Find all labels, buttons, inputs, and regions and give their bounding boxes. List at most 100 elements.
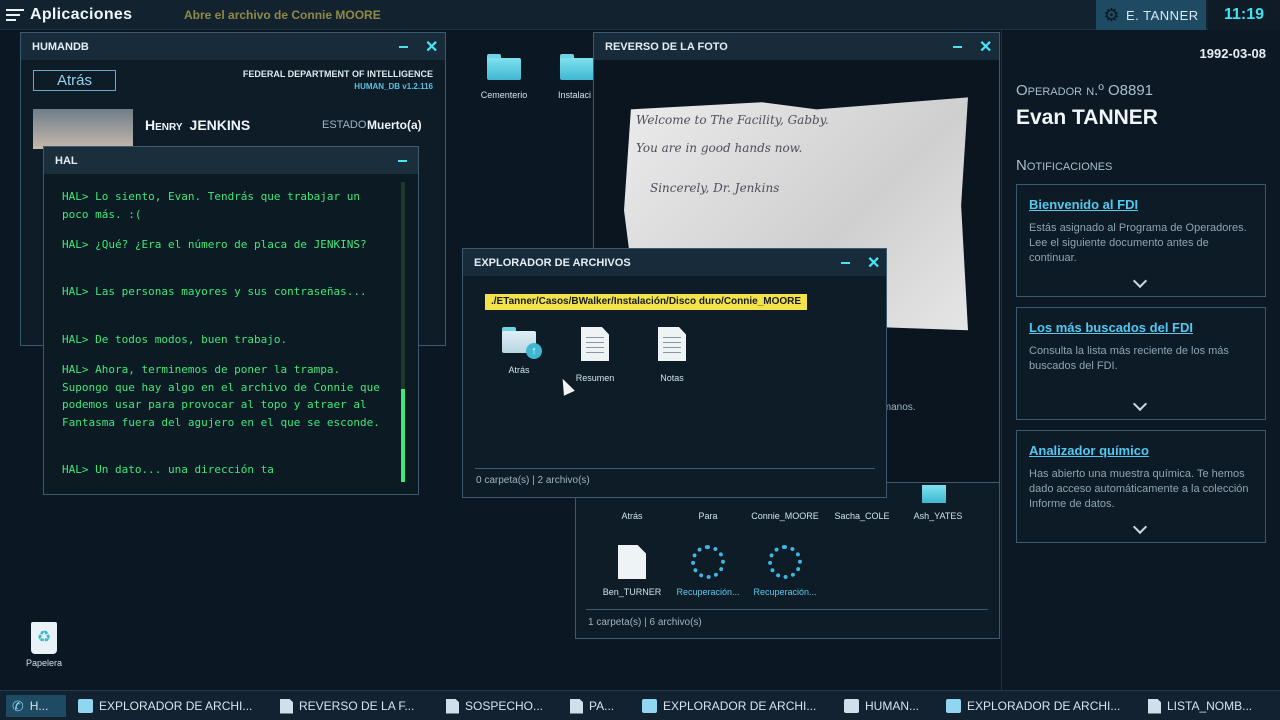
locked-document-icon — [618, 545, 646, 579]
loading-spinner-icon — [768, 545, 802, 579]
person-first-name: Henry — [145, 117, 183, 133]
operator-number: Operador n.º O8891 — [1016, 82, 1154, 99]
explorer-status: 1 carpeta(s) | 6 archivo(s) — [588, 617, 702, 628]
folder-icon — [946, 699, 961, 713]
taskbar-item[interactable]: REVERSO DE LA F... — [280, 695, 430, 717]
hamburger-icon — [6, 8, 24, 22]
notification-title[interactable]: Analizador químico — [1029, 443, 1149, 458]
file-item-label: Atrás — [621, 511, 643, 521]
explorer-status: 0 carpeta(s) | 2 archivo(s) — [476, 475, 590, 486]
notification-card[interactable]: Bienvenido al FDI Estás asignado al Prog… — [1016, 184, 1266, 297]
file-item-notas[interactable]: Notas — [648, 327, 696, 383]
folder-icon — [642, 699, 657, 713]
file-item-label: Ash_YATES — [913, 511, 963, 521]
window-titlebar[interactable]: HAL — [44, 147, 418, 174]
file-item-label: Notas — [660, 373, 684, 383]
file-explorer-window-background: Atrás Para Connie_MOORE Sacha_COLE Ash_Y… — [575, 482, 1000, 639]
notification-card[interactable]: Los más buscados del FDI Consulta la lis… — [1016, 307, 1266, 420]
file-item[interactable]: Ash_YATES — [908, 511, 968, 521]
taskbar-item[interactable]: SOSPECHO... — [446, 695, 556, 717]
file-item[interactable]: Atrás — [604, 511, 660, 521]
file-item[interactable]: Ben_TURNER — [600, 545, 664, 597]
divider — [475, 468, 875, 469]
window-title: REVERSO DE LA FOTO — [605, 41, 728, 53]
handwritten-line: Sincerely, Dr. Jenkins — [650, 181, 780, 195]
notification-title[interactable]: Los más buscados del FDI — [1029, 320, 1193, 335]
image-icon — [280, 698, 293, 714]
applications-menu-button[interactable]: Aplicaciones — [6, 3, 132, 27]
minimize-icon[interactable] — [841, 262, 850, 264]
desktop-icon-cementerio[interactable]: Cementerio — [476, 54, 532, 100]
file-item[interactable]: Para — [680, 511, 736, 521]
window-titlebar[interactable]: REVERSO DE LA FOTO ✕ — [594, 33, 999, 60]
handwritten-line: Welcome to The Facility, Gabby. — [636, 113, 829, 127]
notification-title[interactable]: Bienvenido al FDI — [1029, 197, 1138, 212]
file-item-label: Resumen — [575, 373, 615, 383]
desktop-icon-label: Instalaci — [558, 90, 592, 100]
close-icon[interactable]: ✕ — [867, 253, 880, 273]
document-icon — [658, 327, 686, 361]
chevron-down-icon[interactable] — [1132, 273, 1148, 289]
console-line: HAL> Un dato... una dirección ta — [62, 463, 274, 476]
objective-text: Abre el archivo de Connie MOORE — [184, 8, 381, 22]
window-title: HAL — [55, 155, 78, 167]
taskbar-item[interactable]: LISTA_NOMB... — [1148, 695, 1274, 717]
current-date: 1992-03-08 — [1199, 46, 1267, 61]
notification-body: Estás asignado al Programa de Operadores… — [1029, 222, 1247, 264]
person-photo — [33, 109, 133, 149]
taskbar-item-label: EXPLORADOR DE ARCHI... — [99, 699, 253, 713]
close-icon[interactable]: ✕ — [425, 37, 438, 57]
image-icon — [446, 698, 459, 714]
chevron-down-icon[interactable] — [1132, 396, 1148, 412]
close-icon[interactable]: ✕ — [979, 37, 992, 57]
folder-icon — [487, 54, 521, 80]
hal-console: HAL> Lo siento, Evan. Tendrás que trabaj… — [44, 174, 418, 494]
taskbar-item[interactable]: EXPLORADOR DE ARCHI... — [642, 695, 832, 717]
desktop-icon-papelera[interactable]: ♻ Papelera — [22, 622, 66, 668]
file-item-label: Sacha_COLE — [834, 511, 890, 521]
window-titlebar[interactable]: EXPLORADOR DE ARCHIVOS ✕ — [463, 249, 886, 276]
taskbar-item[interactable]: HUMAN... — [844, 695, 940, 717]
file-item[interactable]: Recuperación... — [751, 545, 819, 597]
back-button[interactable]: Atrás — [33, 70, 116, 91]
notifications-panel: 1992-03-08 Operador n.º O8891 Evan TANNE… — [1001, 30, 1280, 690]
taskbar-item-label: SOSPECHO... — [465, 699, 544, 713]
window-titlebar[interactable]: HUMANDB ✕ — [21, 33, 445, 60]
chevron-down-icon[interactable] — [1132, 519, 1148, 535]
console-line: HAL> Ahora, terminemos de poner la tramp… — [62, 363, 387, 429]
document-icon — [581, 327, 609, 361]
taskbar-item[interactable]: PA... — [570, 695, 634, 717]
file-item[interactable]: Connie_MOORE — [746, 511, 824, 521]
taskbar-item-label: EXPLORADOR DE ARCHI... — [663, 699, 817, 713]
document-icon — [570, 698, 583, 714]
user-name: E. TANNER — [1125, 7, 1199, 23]
file-explorer-window: EXPLORADOR DE ARCHIVOS ✕ ./ETanner/Casos… — [462, 248, 887, 498]
file-item[interactable]: Sacha_COLE — [830, 511, 894, 521]
taskbar-item-label: LISTA_NOMB... — [1167, 699, 1253, 713]
clock: 11:19 — [1208, 0, 1280, 30]
file-item-resumen[interactable]: Resumen — [571, 327, 619, 383]
taskbar-item[interactable]: EXPLORADOR DE ARCHI... — [946, 695, 1136, 717]
minimize-icon[interactable] — [399, 46, 408, 48]
desktop-icon-label: Papelera — [25, 658, 63, 668]
agency-label: FEDERAL DEPARTMENT OF INTELLIGENCE — [242, 69, 433, 79]
file-item-atras[interactable]: ↑ Atrás — [495, 327, 543, 375]
folder-back-icon: ↑ — [502, 327, 542, 359]
minimize-icon[interactable] — [398, 160, 407, 162]
divider — [586, 609, 988, 610]
file-item-label: Para — [698, 511, 718, 521]
taskbar-item[interactable]: ✆ H... — [6, 695, 66, 717]
id-card-icon — [844, 699, 859, 713]
taskbar-item[interactable]: EXPLORADOR DE ARCHI... — [78, 695, 268, 717]
hal-window: HAL HAL> Lo siento, Evan. Tendrás que tr… — [43, 146, 419, 495]
scrollbar-thumb[interactable] — [401, 389, 405, 482]
file-item[interactable]: Recuperación... — [674, 545, 742, 597]
desktop-icon-instalacion[interactable]: Instalaci — [552, 54, 596, 100]
notification-body: Has abierto una muestra química. Te hemo… — [1029, 468, 1249, 510]
version-label: HUMAN_DB v1.2.116 — [354, 82, 433, 91]
minimize-icon[interactable] — [953, 46, 962, 48]
user-badge[interactable]: ⚙ E. TANNER — [1096, 0, 1206, 30]
notification-card[interactable]: Analizador químico Has abierto una muest… — [1016, 430, 1266, 543]
path-breadcrumb[interactable]: ./ETanner/Casos/BWalker/Instalación/Disc… — [485, 294, 808, 310]
status-label: ESTADO — [322, 119, 367, 131]
